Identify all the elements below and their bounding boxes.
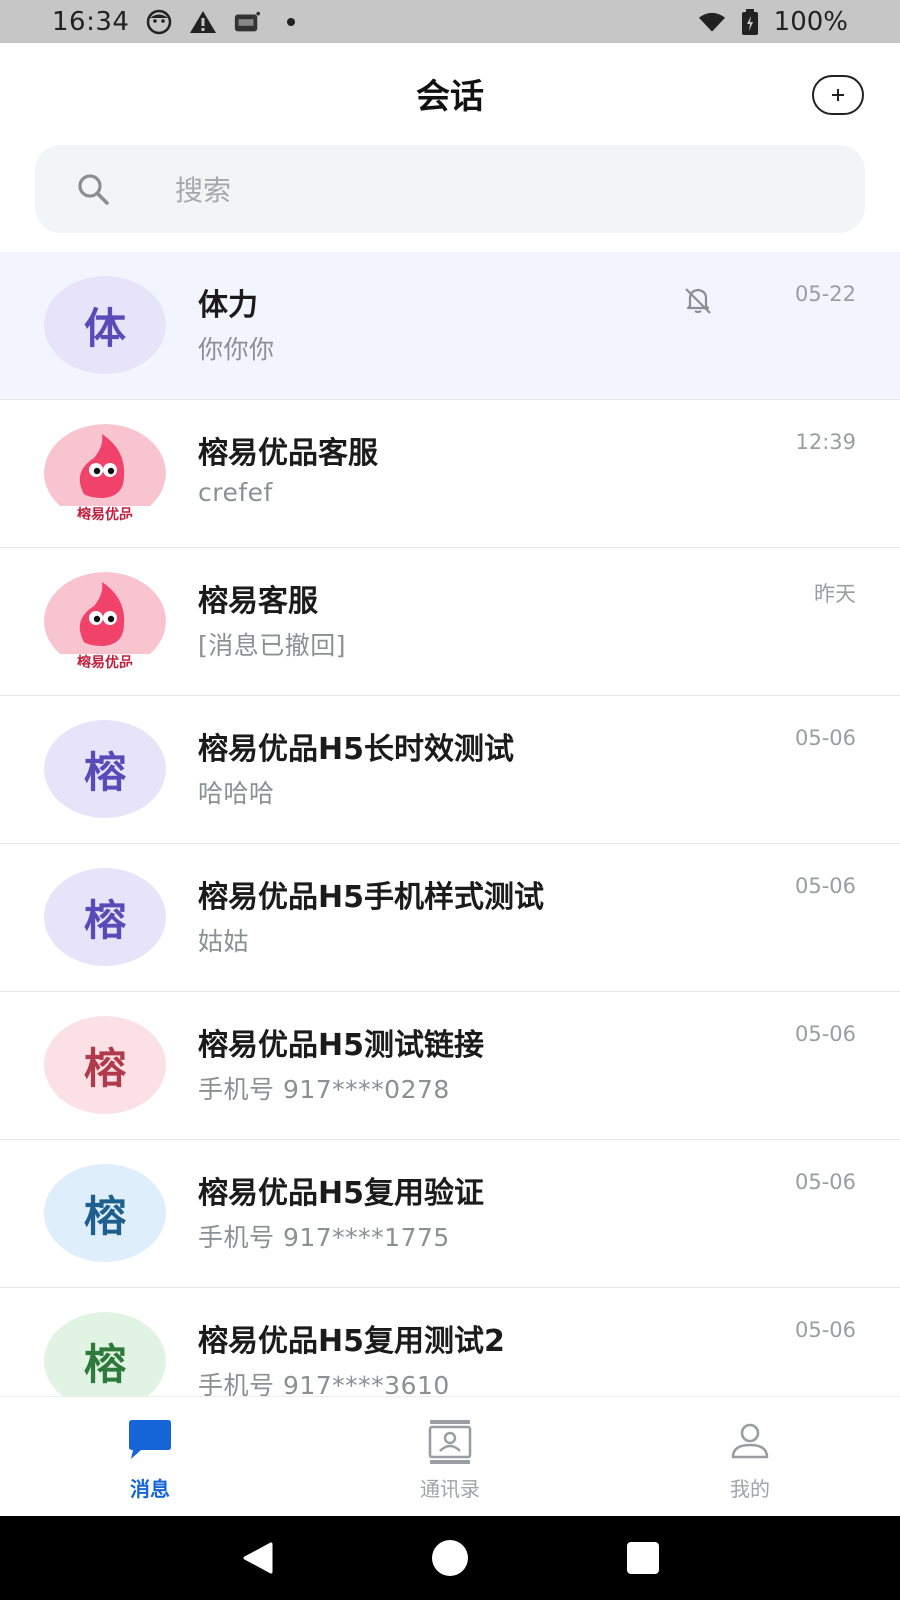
page-title: 会话 [416,76,484,117]
avatar: 榕 [44,720,166,818]
search-placeholder: 搜索 [175,174,232,207]
avatar-initial: 榕 [83,1339,126,1389]
conversation-item[interactable]: 榕易优品 榕易优品客服 crefef 12:39 [0,400,900,548]
conversation-item[interactable]: 榕 榕易优品H5复用验证 手机号 917****1775 05-06 [0,1140,900,1288]
chat-bubble-icon [129,1420,171,1459]
conversation-time: 05-06 [794,1318,856,1342]
person-icon [731,1423,769,1459]
status-time: 16:34 [52,6,130,37]
conversation-preview: 手机号 917****1775 [198,1223,450,1252]
tab-profile[interactable]: 我的 [600,1397,900,1516]
avatar-initial: 体 [83,303,126,353]
status-bar: 16:34 100% [0,0,900,43]
bottom-tab-bar: 消息 通讯录 我的 [0,1396,900,1516]
avatar-initial: 榕 [83,1191,126,1241]
home-icon[interactable] [430,1538,470,1578]
avatar-initial: 榕 [83,895,126,945]
svg-text:榕易优品: 榕易优品 [77,654,133,670]
contacts-icon [428,1420,472,1464]
dot-icon [277,8,305,36]
conversation-name: 榕易优品H5复用测试2 [198,1324,505,1359]
conversation-name: 体力 [198,288,258,323]
conversation-time: 昨天 [814,582,856,606]
conversation-item[interactable]: 榕易优品 榕易客服 [消息已撤回] 昨天 [0,548,900,696]
back-icon[interactable] [237,1538,277,1578]
avatar: 榕 [44,1016,166,1114]
mute-bell-icon [685,288,711,314]
conversation-time: 05-06 [794,1022,856,1046]
avatar: 榕 [44,1164,166,1262]
conversation-time: 05-22 [794,282,856,306]
rongyi-logo-icon: 榕易优品 [44,572,166,670]
system-nav-bar [0,1516,900,1600]
conversation-preview: 哈哈哈 [198,779,275,808]
avatar-initial: 榕 [83,747,126,797]
conversation-time: 12:39 [795,430,856,454]
face-icon [145,8,173,36]
conversation-item[interactable]: 榕 榕易优品H5手机样式测试 姑姑 05-06 [0,844,900,992]
conversation-name: 榕易优品H5测试链接 [198,1028,484,1063]
conversation-name: 榕易优品H5手机样式测试 [198,880,544,915]
battery-level: 100% [773,6,848,37]
battery-icon [736,8,764,36]
conversation-time: 05-06 [794,1170,856,1194]
conversation-preview: 手机号 917****3610 [198,1371,450,1396]
conversation-preview: crefef [198,478,273,507]
avatar-initial: 榕 [83,1043,126,1093]
conversation-time: 05-06 [794,874,856,898]
conversation-preview: 手机号 917****0278 [198,1075,450,1104]
avatar: 榕 [44,868,166,966]
rongyi-logo-icon: 榕易优品 [44,424,166,522]
tab-label: 消息 [130,1477,170,1501]
avatar: 榕 [44,1312,166,1396]
svg-text:榕易优品: 榕易优品 [77,506,133,522]
search-icon [78,174,109,205]
avatar: 榕易优品 [44,572,166,670]
conversation-item[interactable]: 榕 榕易优品H5复用测试2 手机号 917****3610 05-06 [0,1288,900,1396]
tab-contacts[interactable]: 通讯录 [300,1397,600,1516]
conversation-name: 榕易优品H5复用验证 [198,1176,484,1211]
warning-icon [189,8,217,36]
conversation-preview: 姑姑 [198,927,250,956]
plus-icon [832,89,844,101]
conversation-preview: 你你你 [198,335,275,364]
conversation-item[interactable]: 榕 榕易优品H5长时效测试 哈哈哈 05-06 [0,696,900,844]
page-header: 会话 [0,43,900,143]
wifi-icon [698,8,726,36]
conversation-list: 体 体力 你你你 05-22 榕易优品 榕易优品客服 crefef 12:39 [0,252,900,1396]
conversation-name: 榕易优品H5长时效测试 [198,732,514,767]
tab-label: 我的 [730,1477,770,1501]
search-input[interactable]: 搜索 [35,145,865,233]
tab-label: 通讯录 [420,1477,480,1501]
avatar: 榕易优品 [44,424,166,522]
conversation-name: 榕易客服 [198,584,318,619]
conversation-name: 榕易优品客服 [198,436,378,471]
app-icon [233,8,261,36]
add-button[interactable] [812,75,864,115]
avatar: 体 [44,276,166,374]
conversation-time: 05-06 [794,726,856,750]
tab-messages[interactable]: 消息 [0,1397,300,1516]
recents-icon[interactable] [623,1538,663,1578]
conversation-preview: [消息已撤回] [198,631,347,660]
conversation-item[interactable]: 榕 榕易优品H5测试链接 手机号 917****0278 05-06 [0,992,900,1140]
conversation-item[interactable]: 体 体力 你你你 05-22 [0,252,900,400]
